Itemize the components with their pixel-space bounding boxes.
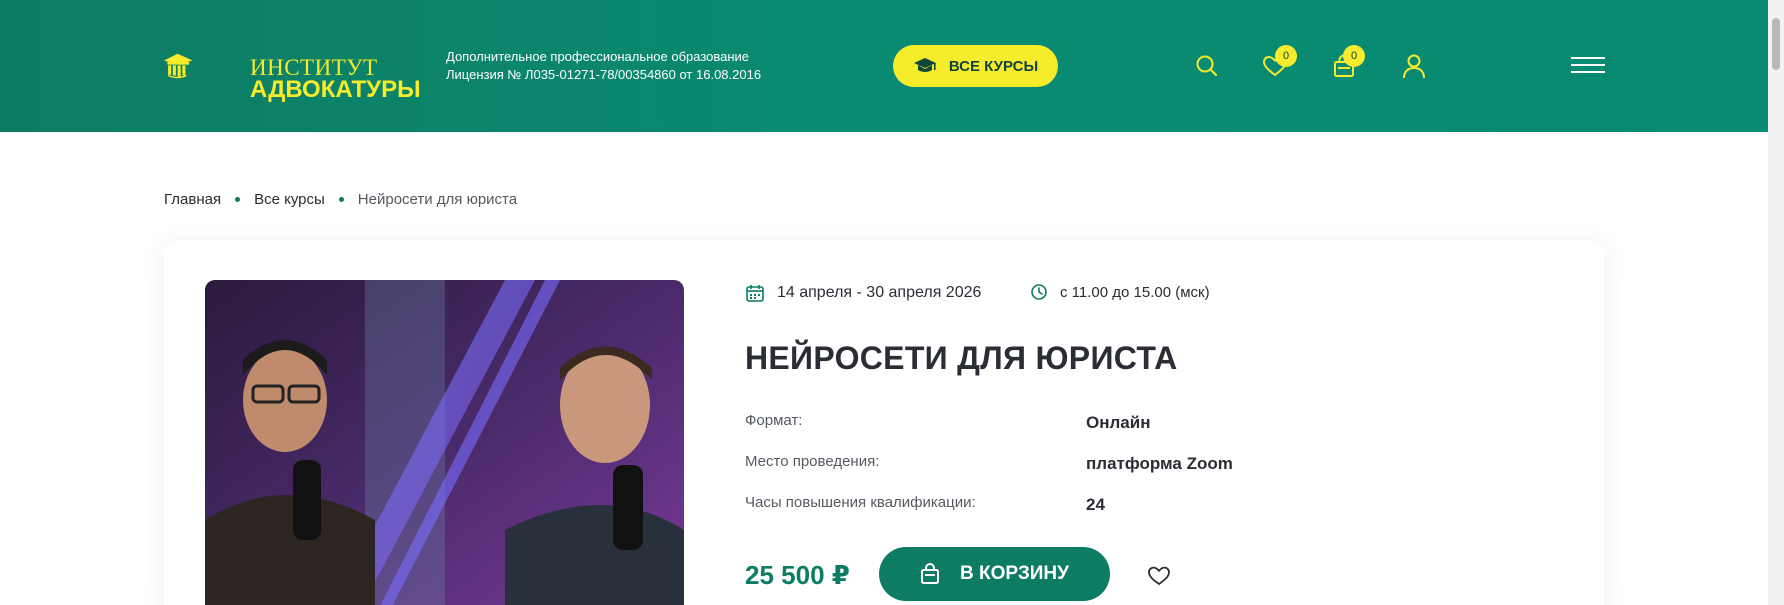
breadcrumb-current: Нейросети для юриста xyxy=(357,191,518,208)
site-header: ИНСТИТУТ АДВОКАТУРЫ Дополнительное профе… xyxy=(0,0,1768,132)
add-to-cart-button[interactable]: В КОРЗИНУ xyxy=(879,547,1110,601)
search-icon[interactable] xyxy=(1193,52,1221,80)
scrollbar-thumb[interactable] xyxy=(1772,18,1780,70)
breadcrumb-separator xyxy=(338,197,344,202)
all-courses-label: ВСЕ КУРСЫ xyxy=(948,57,1039,75)
license-info: Дополнительное профессиональное образова… xyxy=(446,48,761,84)
venue-value: платформа Zoom xyxy=(1086,454,1233,473)
favorites-count-badge: 0 xyxy=(1275,45,1297,67)
cart-count-badge: 0 xyxy=(1343,45,1365,67)
breadcrumb-separator xyxy=(235,197,241,202)
course-time-text: с 11.00 до 15.00 (мск) xyxy=(1060,283,1210,301)
add-to-cart-label: В КОРЗИНУ xyxy=(960,563,1069,584)
menu-line xyxy=(1571,57,1605,59)
course-photo xyxy=(205,280,684,605)
format-value: Онлайн xyxy=(1086,413,1151,432)
format-label: Формат: xyxy=(745,412,803,429)
menu-line xyxy=(1571,71,1605,73)
all-courses-button[interactable]: ВСЕ КУРСЫ xyxy=(893,45,1058,87)
menu-line xyxy=(1571,64,1605,66)
calendar-icon xyxy=(746,285,764,302)
venue-label: Место проведения: xyxy=(745,453,880,470)
course-cover-image xyxy=(205,280,684,605)
license-line2: Лицензия № Л035-01271-78/00354860 от 16.… xyxy=(446,67,762,82)
breadcrumb: Главная Все курсы Нейросети для юриста xyxy=(164,191,517,208)
shopping-bag-icon xyxy=(921,563,940,584)
course-dates: 14 апреля - 30 апреля 2026 xyxy=(745,283,981,303)
hours-label: Часы повышения квалификации: xyxy=(745,494,976,511)
graduation-cap-icon xyxy=(913,58,936,72)
breadcrumb-courses-link[interactable]: Все курсы xyxy=(254,191,325,208)
hours-value: 24 xyxy=(1086,495,1105,514)
course-dates-text: 14 апреля - 30 апреля 2026 xyxy=(777,284,982,301)
breadcrumb-home-link[interactable]: Главная xyxy=(164,191,221,208)
logo-text-line2: АДВОКАТУРЫ xyxy=(250,76,421,103)
user-icon[interactable] xyxy=(1400,52,1428,80)
clock-icon xyxy=(1031,284,1047,300)
course-price: 25 500 ₽ xyxy=(745,560,850,590)
course-time: с 11.00 до 15.00 (мск) xyxy=(1030,283,1210,301)
institute-logo-icon[interactable] xyxy=(164,28,249,104)
license-line1: Дополнительное профессиональное образова… xyxy=(446,49,750,64)
page-scrollbar[interactable] xyxy=(1768,0,1784,605)
menu-icon[interactable] xyxy=(1571,57,1605,75)
add-to-favorites-icon[interactable] xyxy=(1147,564,1171,586)
course-title: НЕЙРОСЕТИ ДЛЯ ЮРИСТА xyxy=(745,340,1178,376)
